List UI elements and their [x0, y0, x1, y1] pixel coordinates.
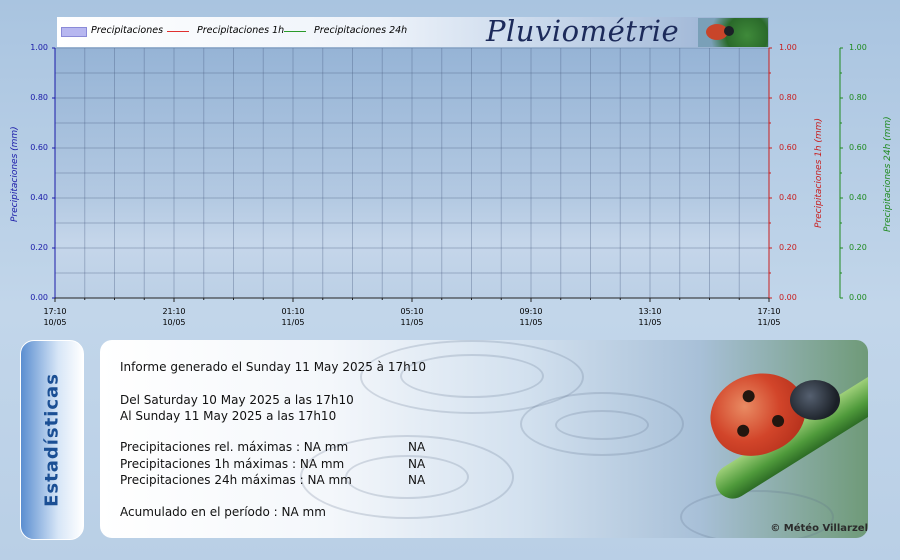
y-tick-label-right-24h: 0.20: [849, 243, 867, 252]
x-tick-label-time: 13:10: [638, 307, 662, 316]
y-tick-label-right-1h: 1.00: [779, 43, 797, 52]
ripple-decoration: [555, 410, 649, 440]
stat-row-label: Precipitaciones rel. máximas : NA mm: [120, 440, 349, 454]
stat-row-value: NA: [408, 473, 426, 487]
y-tick-label-right-1h: 0.80: [779, 93, 797, 102]
y-tick-label-left: 0.00: [30, 293, 48, 302]
accumulated-text: Acumulado en el período : NA mm: [120, 505, 326, 519]
y-tick-label-left: 1.00: [30, 43, 48, 52]
ripple-decoration: [345, 455, 469, 499]
y-tick-label-right-24h: 0.60: [849, 143, 867, 152]
x-tick-label-date: 11/05: [281, 318, 305, 327]
x-tick-label-time: 17:10: [43, 307, 67, 316]
y-tick-label-right-1h: 0.00: [779, 293, 797, 302]
y-tick-label-right-1h: 0.40: [779, 193, 797, 202]
x-tick-label-time: 01:10: [281, 307, 305, 316]
legend-swatch-precip: [61, 27, 87, 37]
legend-label-precip: Precipitaciones: [91, 25, 164, 36]
legend-label-1h: Precipitaciones 1h: [197, 25, 285, 36]
legend-label-24h: Precipitaciones 24h: [314, 25, 408, 36]
period-from-text: Del Saturday 10 May 2025 a las 17h10: [120, 393, 354, 407]
stats-tab: Estadísticas: [20, 340, 84, 540]
y-tick-label-right-24h: 0.80: [849, 93, 867, 102]
ladybug-head-image: [790, 380, 840, 420]
legend-line-1h: [167, 31, 189, 32]
y-tick-label-right-24h: 0.40: [849, 193, 867, 202]
stat-row-value: NA: [408, 440, 426, 454]
x-tick-label-date: 10/05: [162, 318, 186, 327]
y-tick-label-left: 0.20: [30, 243, 48, 252]
copyright-text: © Météo Villarzel: [770, 523, 868, 534]
y-tick-label-right-1h: 0.20: [779, 243, 797, 252]
x-tick-label-date: 11/05: [757, 318, 781, 327]
stat-row-value: NA: [408, 457, 426, 471]
y-tick-label-left: 0.80: [30, 93, 48, 102]
x-tick-label-time: 17:10: [757, 307, 781, 316]
y-tick-label-right-24h: 1.00: [849, 43, 867, 52]
stat-row-label: Precipitaciones 1h máximas : NA mm: [120, 457, 345, 471]
stat-row-label: Precipitaciones 24h máximas : NA mm: [120, 473, 352, 487]
x-tick-label-time: 05:10: [400, 307, 424, 316]
x-tick-label-date: 11/05: [638, 318, 662, 327]
stats-tab-label: Estadísticas: [41, 373, 63, 507]
x-tick-label-date: 11/05: [400, 318, 424, 327]
y-tick-label-right-1h: 0.60: [779, 143, 797, 152]
chart-title: Pluviométrie: [486, 14, 680, 48]
chart-canvas: [52, 47, 843, 302]
period-to-text: Al Sunday 11 May 2025 a las 17h10: [120, 409, 337, 423]
x-tick-label-date: 10/05: [43, 318, 67, 327]
stats-panel: Informe generado el Sunday 11 May 2025 à…: [100, 340, 868, 538]
left-axis-title: Precipitaciones (mm): [10, 126, 20, 222]
report-generated-text: Informe generado el Sunday 11 May 2025 à…: [120, 360, 426, 374]
x-tick-label-date: 11/05: [519, 318, 543, 327]
x-tick-label-time: 21:10: [162, 307, 186, 316]
ladybug-thumbnail-image: [698, 18, 768, 47]
x-tick-label-time: 09:10: [519, 307, 543, 316]
right-axis-24h-title: Precipitaciones 24h (mm): [883, 116, 893, 232]
y-tick-label-right-24h: 0.00: [849, 293, 867, 302]
right-axis-1h-title: Precipitaciones 1h (mm): [814, 118, 824, 228]
legend-line-24h: [284, 31, 306, 32]
